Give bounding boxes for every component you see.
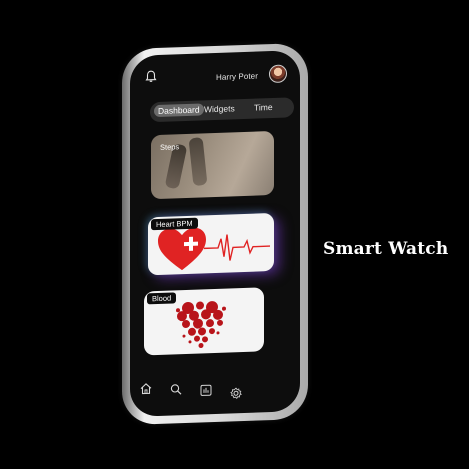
heart-bpm-label: Heart BPM [151,217,198,231]
tab-time[interactable]: Time [254,102,273,113]
tab-widgets[interactable]: Widgets [204,103,235,114]
bottom-nav [130,365,300,417]
page-title: Smart Watch [323,239,449,259]
tab-dashboard[interactable]: Dashboard [154,103,204,118]
avatar[interactable] [269,64,287,84]
bell-icon[interactable] [144,69,158,83]
tab-bar: Dashboard Widgets Time [150,97,294,123]
blood-card[interactable]: Blood [144,287,264,356]
steps-card[interactable]: Steps [151,130,274,200]
phone-screen: Harry Poter Dashboard Widgets Time Steps [130,50,300,417]
search-icon[interactable] [170,383,182,395]
settings-icon[interactable] [230,387,242,399]
blood-label: Blood [147,292,177,305]
phone-mockup: Harry Poter Dashboard Widgets Time Steps [122,42,308,426]
ecg-line-icon [204,234,270,261]
heart-icon [158,227,206,271]
home-icon[interactable] [140,382,152,395]
walking-legs-image-2 [188,136,208,187]
steps-label: Steps [160,142,180,152]
blood-heart-icon [176,301,226,348]
stage: Harry Poter Dashboard Widgets Time Steps [0,0,469,469]
user-name: Harry Poter [216,71,258,82]
heart-bpm-card[interactable]: Heart BPM [148,212,274,276]
chart-icon[interactable] [200,384,212,396]
